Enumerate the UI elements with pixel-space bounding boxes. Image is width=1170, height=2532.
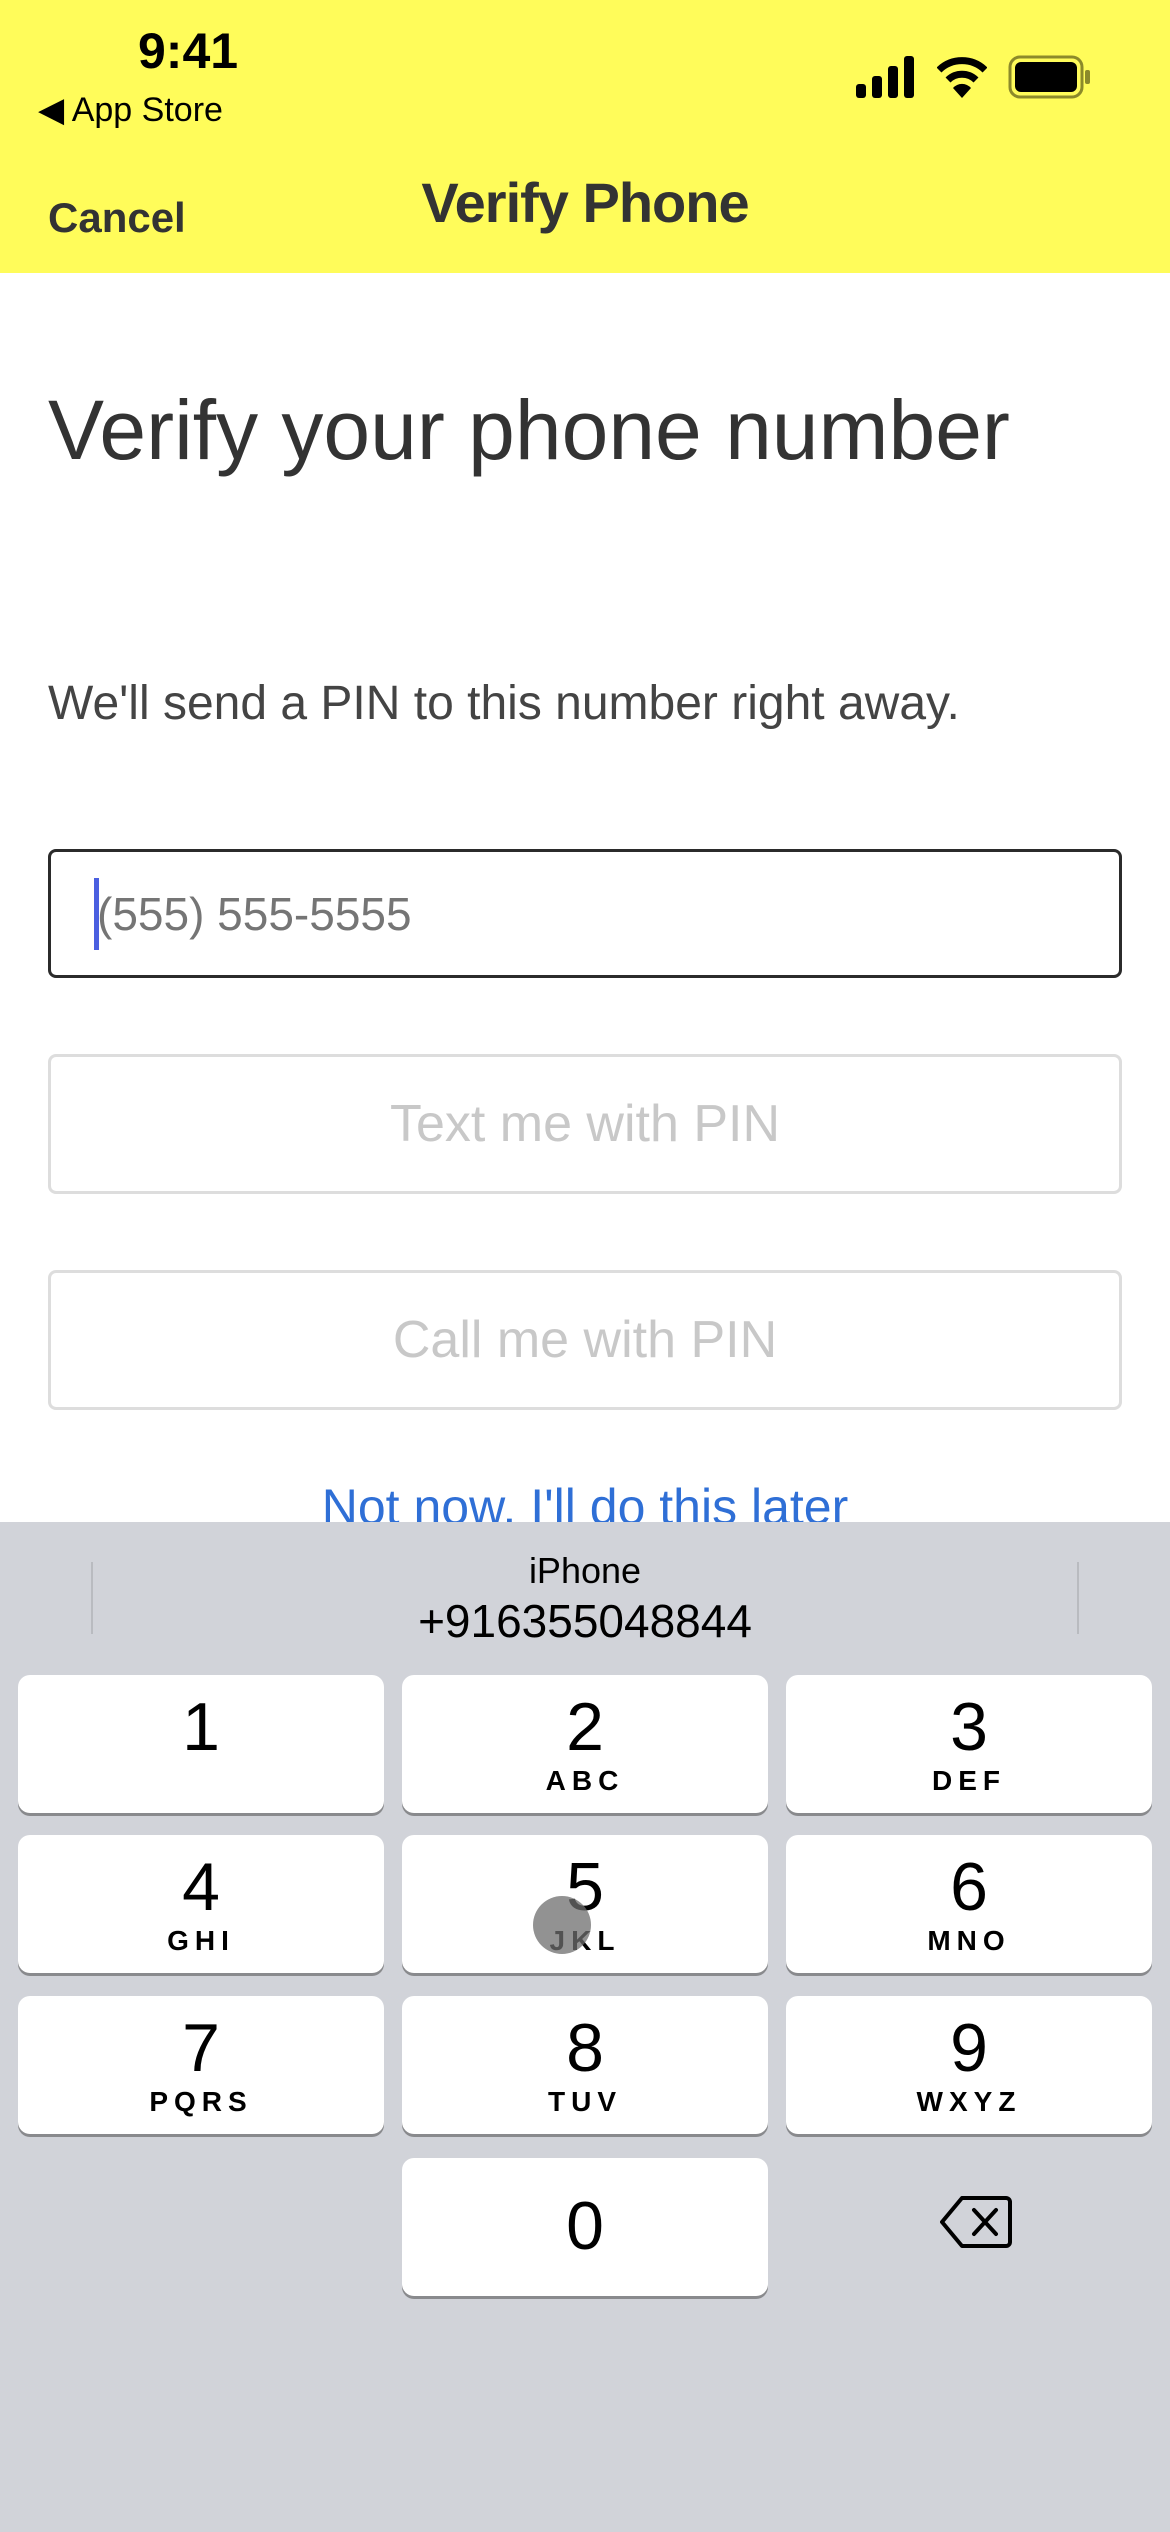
wifi-icon [937, 57, 987, 98]
key-digit: 1 [182, 1689, 220, 1765]
battery-icon [1008, 55, 1090, 99]
key-letters: MNO [927, 1925, 1011, 1956]
call-me-button[interactable]: Call me with PIN [48, 1270, 1122, 1410]
key-digit: 2 [566, 1689, 604, 1765]
key-digit: 7 [182, 2010, 220, 2086]
nav-title: Verify Phone [421, 171, 749, 234]
key-3[interactable]: 3 DEF [786, 1675, 1152, 1813]
key-letters: WXYZ [916, 2086, 1022, 2117]
key-letters: GHI [167, 1925, 235, 1956]
key-6[interactable]: 6 MNO [786, 1835, 1152, 1973]
key-5[interactable]: 5JKL [402, 1835, 768, 1973]
key-0[interactable]: 0 [402, 2158, 768, 2296]
key-1[interactable]: 1 [18, 1675, 384, 1813]
suggestion-value: +916355048844 [418, 1595, 752, 1647]
key-digit: 6 [950, 1849, 988, 1925]
numeric-keyboard: iPhone +916355048844 12ABC3DEF4GHI5JKL6M… [0, 1522, 1170, 2532]
text-caret [94, 878, 99, 950]
key-digit: 9 [950, 2010, 988, 2086]
key-letters: DEF [932, 1765, 1006, 1796]
key-letters: PQRS [149, 2086, 253, 2117]
page-title: Verify your phone number [48, 383, 1010, 477]
key-7[interactable]: 7 PQRS [18, 1996, 384, 2134]
suggestion-label: iPhone [528, 1550, 642, 1591]
key-9[interactable]: 9 WXYZ [786, 1996, 1152, 2134]
key-8[interactable]: 8 TUV [402, 1996, 768, 2134]
page-subtitle: We'll send a PIN to this number right aw… [48, 677, 960, 730]
key-letters: ABC [545, 1765, 625, 1796]
key-digit: 3 [950, 1689, 988, 1765]
status-time: 9:41 [138, 23, 239, 79]
touch-indicator [533, 1896, 591, 1954]
header: 9:41 ◀ App Store Cancel Verify Phone [0, 0, 1170, 273]
text-me-button[interactable]: Text me with PIN [48, 1054, 1122, 1194]
key-digit: 0 [566, 2188, 604, 2264]
back-to-app-store[interactable]: ◀ App Store [38, 90, 223, 130]
key-digit: 8 [566, 2010, 604, 2086]
backspace-icon[interactable] [940, 2194, 1012, 2250]
key-2[interactable]: 2 ABC [402, 1675, 768, 1813]
key-digit: 4 [182, 1849, 220, 1925]
phone-number-input[interactable] [48, 849, 1122, 978]
key-letters: TUV [548, 2086, 622, 2117]
signal-icon [856, 56, 914, 98]
key-4[interactable]: 4 GHI [18, 1835, 384, 1973]
